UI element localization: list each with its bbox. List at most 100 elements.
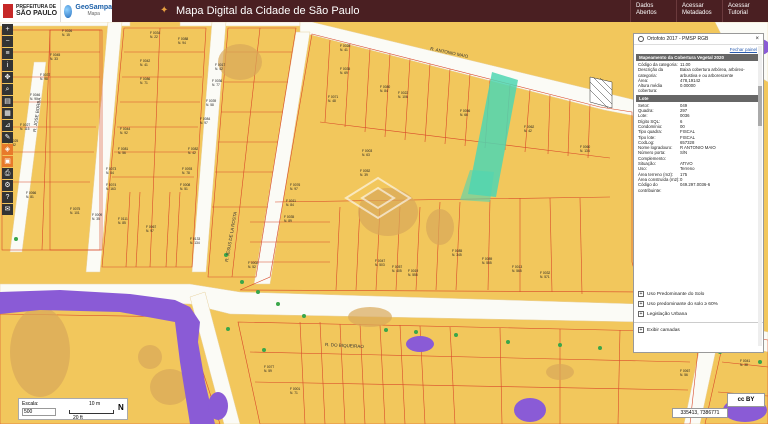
geosampa-subtitle: Mapa bbox=[87, 11, 100, 17]
lot-label: N. 71 bbox=[140, 81, 148, 85]
globe-icon bbox=[64, 4, 73, 18]
pan-icon[interactable]: ✥ bbox=[2, 72, 13, 83]
dados-abertos-button[interactable]: Dados Abertos bbox=[630, 0, 676, 22]
lot-label: N. 555 bbox=[408, 273, 418, 277]
page-title: ✦ Mapa Digital da Cidade de São Paulo bbox=[160, 5, 359, 17]
lot-label: N. 51 bbox=[180, 187, 188, 191]
lot-label: N. 38 bbox=[740, 363, 748, 367]
scrollbar-thumb[interactable] bbox=[758, 86, 762, 126]
print-icon[interactable]: ▦ bbox=[2, 108, 13, 119]
geosampa-text: GeoSampa Mapa bbox=[75, 4, 112, 18]
section-lote-title: Lote bbox=[636, 94, 761, 102]
layer-uso-predominante[interactable]: + Uso Predominante do Solo bbox=[634, 289, 763, 299]
info-panel: Ortofoto 2017 - PMSP RGB × Fechar painel… bbox=[633, 33, 764, 353]
lot-label: N. 39 bbox=[360, 173, 368, 177]
layers-icon[interactable]: ≡ bbox=[2, 48, 13, 59]
app-header: PREFEITURA DE SÃO PAULO GeoSampa Mapa ✦ … bbox=[0, 0, 768, 22]
lot-label: N. 92 bbox=[120, 131, 128, 135]
zoom-out-icon[interactable]: − bbox=[2, 36, 13, 47]
lot-label: N. 97 bbox=[146, 229, 154, 233]
field-value: 049.297.0036-6 bbox=[680, 182, 711, 188]
geosampa-title: GeoSampa bbox=[75, 4, 112, 11]
lot-label: N. 59 bbox=[264, 369, 272, 373]
scale-widget: Escala: 500 10 m 20 ft N bbox=[18, 398, 128, 421]
field-label: Código do contribuinte: bbox=[638, 182, 662, 193]
lot-label: N. 22 bbox=[150, 35, 158, 39]
gear-icon[interactable]: ⚙ bbox=[2, 180, 13, 191]
prefeitura-line2: SÃO PAULO bbox=[16, 10, 58, 17]
lot-label: N. 15 bbox=[62, 33, 70, 37]
prefeitura-logo[interactable]: PREFEITURA DE SÃO PAULO bbox=[0, 0, 60, 22]
ruler-icon[interactable]: ⊿ bbox=[2, 120, 13, 131]
expand-icon[interactable]: + bbox=[638, 327, 644, 333]
lot-label: N. 54 bbox=[106, 171, 114, 175]
map-toolbar: + − ≡ i ✥ ⌕ ▤ ▦ ⊿ ✎ ◈ ▣ ⎙ ⚙ ? ✉ bbox=[2, 24, 14, 216]
creative-commons-badge[interactable]: cc BY bbox=[727, 393, 765, 407]
exibir-camadas[interactable]: + Exibir camadas bbox=[634, 322, 763, 335]
lot-label: N. 84 bbox=[286, 203, 294, 207]
export-icon[interactable]: ▣ bbox=[2, 156, 13, 167]
share-icon[interactable]: ◈ bbox=[2, 144, 13, 155]
layer-radio[interactable] bbox=[638, 36, 644, 42]
tutorial-button[interactable]: Acessar Tutorial bbox=[722, 0, 768, 22]
lot-label: N. 115 bbox=[20, 127, 30, 131]
prefeitura-logo-text: PREFEITURA DE SÃO PAULO bbox=[16, 4, 57, 18]
scale-label: Escala: bbox=[22, 401, 39, 407]
close-panel-link[interactable]: Fechar painel bbox=[634, 45, 763, 53]
lot-label: N. 69 bbox=[340, 71, 348, 75]
lot-label: N. 52 bbox=[248, 265, 256, 269]
section-vegetation-title: Mapeamento da Cobertura Vegetal 2020 bbox=[636, 54, 761, 61]
search-icon[interactable]: ⌕ bbox=[2, 84, 13, 95]
lot-label: N. 94 bbox=[178, 41, 186, 45]
lot-label: N. 42 bbox=[188, 151, 196, 155]
lot-label: N. 71 bbox=[290, 391, 298, 395]
field-value: Baixa cobertura arbórea, arbóreo-arbusti… bbox=[680, 67, 745, 78]
lot-label: N. 405 bbox=[392, 269, 402, 273]
lot-label: N. 571 bbox=[540, 275, 550, 279]
prefeitura-logo-mark bbox=[3, 4, 13, 18]
field-label: Altura média cobertura: bbox=[638, 83, 663, 94]
layer-label: Exibir camadas bbox=[647, 327, 680, 333]
lot-label: N. 555 bbox=[482, 261, 492, 265]
lot-label: N. 89 bbox=[284, 219, 292, 223]
draw-icon[interactable]: ✎ bbox=[2, 132, 13, 143]
header-buttons: Dados Abertos Acessar Metadados Acessar … bbox=[630, 0, 768, 22]
lot-label: N. 97 bbox=[200, 121, 208, 125]
lot-label: N. 48 bbox=[328, 99, 336, 103]
layer-label: Uso Predominante do Solo bbox=[647, 291, 705, 297]
lot-label: N. 163 bbox=[106, 187, 116, 191]
help-icon[interactable]: ? bbox=[2, 192, 13, 203]
layer-label: Uso predominante do solo ≥ 60% bbox=[647, 301, 718, 307]
lot-label: N. 35 bbox=[92, 217, 100, 221]
lot-label: N. 41 bbox=[140, 63, 148, 67]
lot-label: N. 78 bbox=[182, 171, 190, 175]
coordinates-readout: 335413, 7386771 bbox=[672, 408, 728, 418]
field-row: Altura média cobertura: 0.00000 bbox=[634, 83, 763, 94]
layer-label: Legislação Urbana bbox=[647, 311, 688, 317]
expand-icon[interactable]: + bbox=[638, 301, 644, 307]
lot-label: N. 565 bbox=[512, 269, 522, 273]
expand-icon[interactable]: + bbox=[638, 291, 644, 297]
close-icon[interactable]: × bbox=[755, 36, 759, 42]
geosampa-logo[interactable]: GeoSampa Mapa bbox=[60, 0, 112, 22]
layer-legislacao[interactable]: + Legislação Urbana bbox=[634, 309, 763, 319]
mail-icon[interactable]: ✉ bbox=[2, 204, 13, 215]
bookmark-icon[interactable]: ▤ bbox=[2, 96, 13, 107]
lot-label: N. 58 bbox=[206, 103, 214, 107]
lot-label: N. 77 bbox=[212, 83, 220, 87]
metadados-button[interactable]: Acessar Metadados bbox=[676, 0, 722, 22]
lot-label: N. 134 bbox=[190, 241, 200, 245]
layer-uso-60[interactable]: + Uso predominante do solo ≥ 60% bbox=[634, 299, 763, 309]
zoom-in-icon[interactable]: + bbox=[2, 24, 13, 35]
lot-label: N. 63 bbox=[362, 153, 370, 157]
lot-label: N. 81 bbox=[26, 195, 34, 199]
layer-list: + Uso Predominante do Solo + Uso predomina… bbox=[634, 289, 763, 335]
lot-label: N. 106 bbox=[398, 95, 408, 99]
map-icon: ✦ bbox=[160, 5, 169, 16]
scale-input[interactable]: 500 bbox=[22, 408, 56, 416]
info-icon[interactable]: i bbox=[2, 60, 13, 71]
expand-icon[interactable]: + bbox=[638, 311, 644, 317]
printer-icon[interactable]: ⎙ bbox=[2, 168, 13, 179]
lot-label: N. 503 bbox=[375, 263, 385, 267]
panel-scrollbar[interactable] bbox=[758, 46, 762, 346]
